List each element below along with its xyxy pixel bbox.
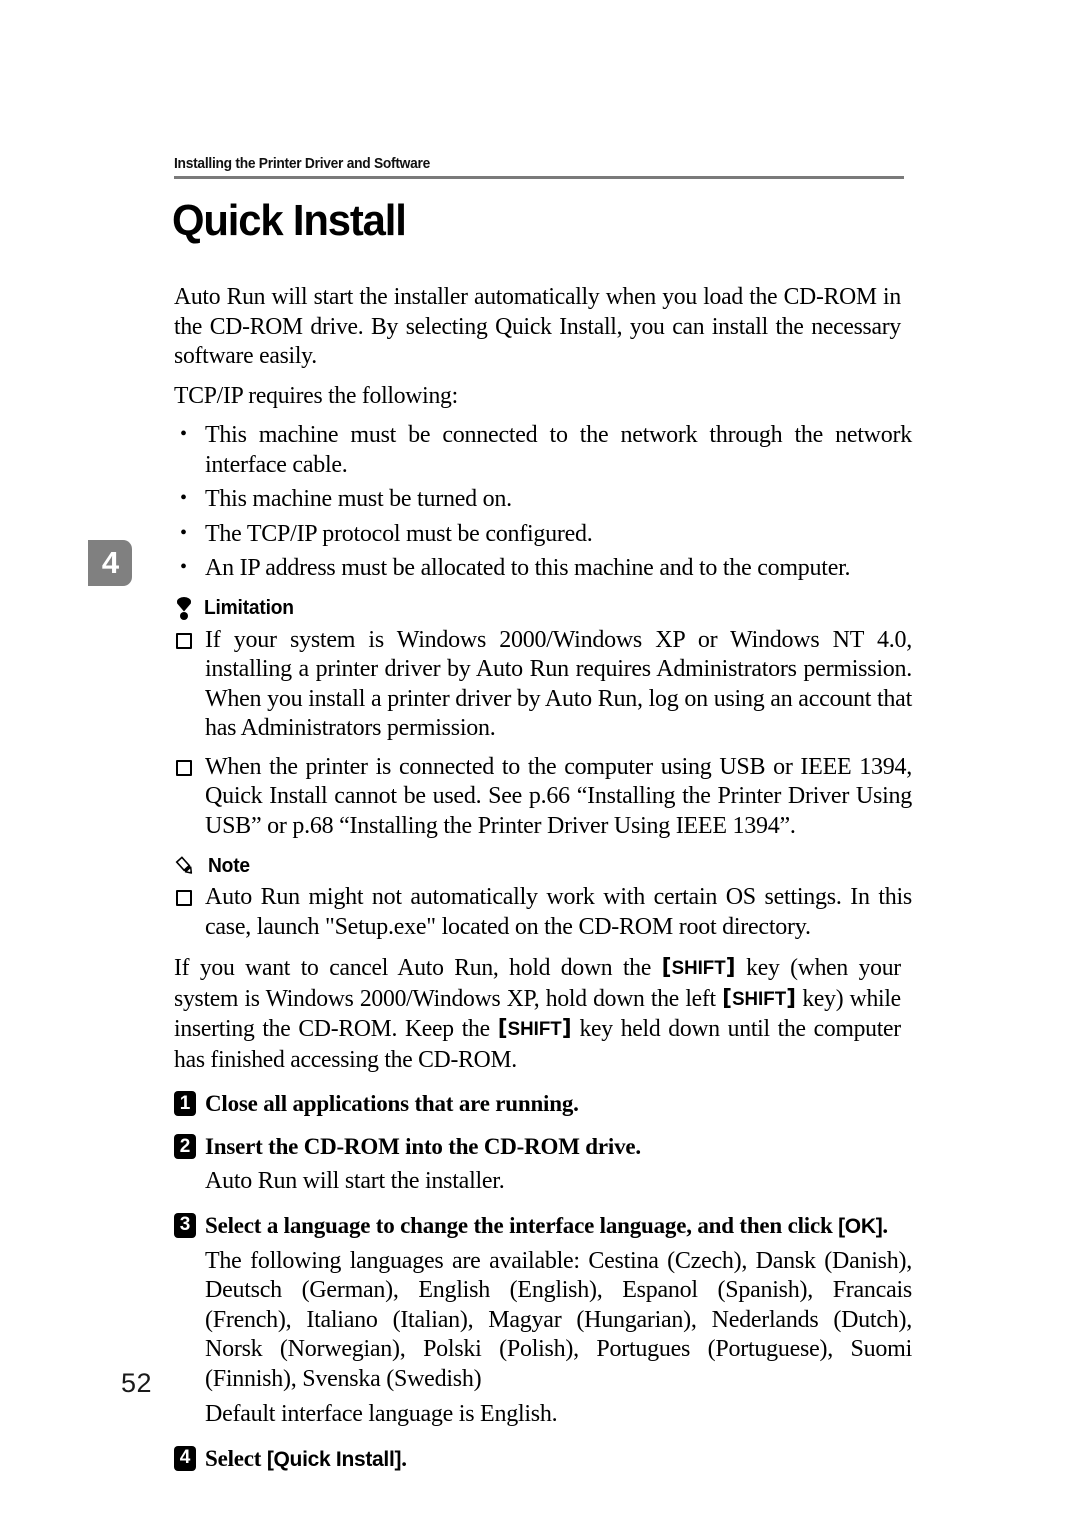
quick-install-token: [Quick Install] xyxy=(266,1447,402,1471)
list-item-text: When the printer is connected to the com… xyxy=(205,753,912,839)
document-page: Installing the Printer Driver and Softwa… xyxy=(0,0,1080,1528)
step-3-default-language: Default interface language is English. xyxy=(205,1401,558,1427)
cancel-autorun-paragraph: If you want to cancel Auto Run, hold dow… xyxy=(174,954,901,1075)
step-4: 4 Select [Quick Install]. xyxy=(174,1444,912,1474)
note-list: Auto Run might not automatically work wi… xyxy=(174,883,912,942)
list-item: This machine must be turned on. xyxy=(174,484,912,515)
limitation-label: Limitation xyxy=(204,597,294,619)
limitation-heading: Limitation xyxy=(174,596,912,622)
step-number: 3 xyxy=(174,1212,196,1238)
square-bullet-icon xyxy=(176,890,192,906)
step-heading: Select a language to change the interfac… xyxy=(205,1211,888,1241)
page-number: 52 xyxy=(121,1368,153,1398)
page-title: Quick Install xyxy=(172,196,407,245)
step-heading-part-2: . xyxy=(401,1445,407,1471)
list-item-text: Auto Run might not automatically work wi… xyxy=(205,884,912,940)
shift-keycap: [SHIFT] xyxy=(722,985,797,1011)
square-bullet-icon xyxy=(176,632,192,649)
list-item: The TCP/IP protocol must be configured. xyxy=(174,519,912,550)
ok-button-token: [OK] xyxy=(838,1214,883,1238)
step-heading-part-2: . xyxy=(882,1212,888,1238)
list-item: When the printer is connected to the com… xyxy=(174,753,912,842)
step-2-body: Auto Run will start the installer. xyxy=(205,1168,505,1194)
step-2: 2 Insert the CD-ROM into the CD-ROM driv… xyxy=(174,1132,912,1161)
pencil-icon xyxy=(174,855,196,877)
step-1: 1 Close all applications that are runnin… xyxy=(174,1089,912,1118)
shift-keycap-label: SHIFT xyxy=(671,958,726,979)
running-header: Installing the Printer Driver and Softwa… xyxy=(174,155,904,179)
step-number: 1 xyxy=(174,1091,196,1116)
running-header-text: Installing the Printer Driver and Softwa… xyxy=(174,155,431,172)
list-item: This machine must be connected to the ne… xyxy=(174,420,912,480)
step-3-languages: The following languages are available: C… xyxy=(205,1247,912,1392)
requirements-list: This machine must be connected to the ne… xyxy=(174,420,912,584)
step-number: 2 xyxy=(174,1134,196,1159)
step-heading: Select [Quick Install]. xyxy=(205,1444,407,1474)
note-heading: Note xyxy=(174,853,912,879)
cancel-text-part-1: If you want to cancel Auto Run, hold dow… xyxy=(174,955,662,981)
shift-keycap: [SHIFT] xyxy=(497,1016,572,1041)
list-item: An IP address must be allocated to this … xyxy=(174,553,912,584)
shift-keycap-label: SHIFT xyxy=(507,1019,562,1040)
step-heading-part-1: Select xyxy=(205,1445,267,1471)
list-item: Auto Run might not automatically work wi… xyxy=(174,883,912,942)
exclamation-drop-icon xyxy=(176,596,192,621)
limitation-list: If your system is Windows 2000/Windows X… xyxy=(174,626,912,842)
step-heading: Insert the CD-ROM into the CD-ROM drive. xyxy=(205,1134,641,1159)
intro-paragraph-1: Auto Run will start the installer automa… xyxy=(174,284,901,369)
list-item: If your system is Windows 2000/Windows X… xyxy=(174,626,912,744)
step-heading: Close all applications that are running. xyxy=(205,1091,579,1116)
list-item-text: If your system is Windows 2000/Windows X… xyxy=(205,626,912,742)
shift-keycap-label: SHIFT xyxy=(732,988,787,1010)
step-heading-part-1: Select a language to change the interfac… xyxy=(205,1212,839,1238)
note-label: Note xyxy=(208,854,250,877)
page-content: Auto Run will start the installer automa… xyxy=(174,283,912,1474)
chapter-tab: 4 xyxy=(88,540,132,586)
shift-keycap: [SHIFT] xyxy=(661,955,736,980)
square-bullet-icon xyxy=(176,759,192,776)
intro-paragraph-2: TCP/IP requires the following: xyxy=(174,382,458,409)
step-number: 4 xyxy=(174,1445,196,1471)
step-3: 3 Select a language to change the interf… xyxy=(174,1211,912,1241)
header-rule xyxy=(174,176,904,179)
